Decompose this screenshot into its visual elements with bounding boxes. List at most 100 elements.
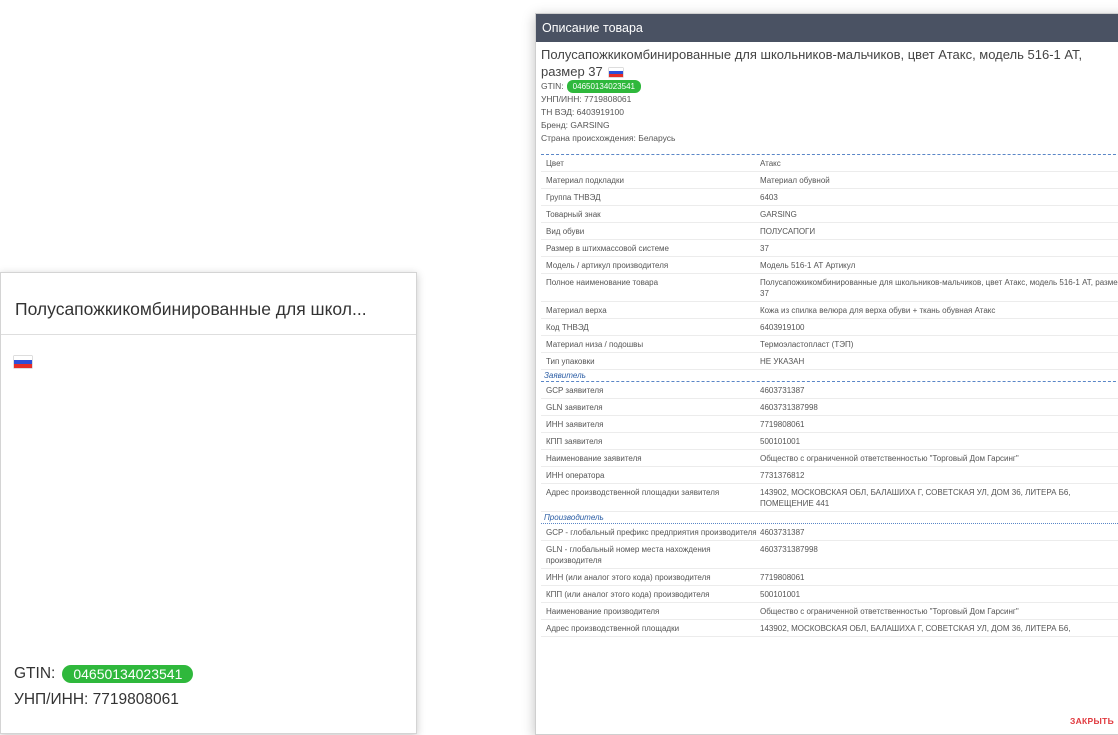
row-value: Материал обувной — [760, 176, 830, 185]
row-key: ИНН (или аналог этого кода) производител… — [546, 573, 711, 582]
meta-gtin: GTIN: 04650134023541 — [541, 80, 1118, 93]
row-key: Наименование заявителя — [546, 454, 642, 463]
card-gtin-badge: 04650134023541 — [62, 665, 194, 683]
dialog-product-name: Полусапожкикомбинированные для школьнико… — [536, 42, 1118, 80]
row-key: Размер в штихмассовой системе — [546, 244, 669, 253]
table-row: Код ТНВЭД 6403919100 — [541, 319, 1118, 336]
row-key: Код ТНВЭД — [546, 323, 589, 332]
table-row: GLN заявителя 4603731387998 — [541, 399, 1118, 416]
row-value: 143902, МОСКОВСКАЯ ОБЛ, БАЛАШИХА Г, СОВЕ… — [760, 488, 1071, 508]
row-key: Товарный знак — [546, 210, 601, 219]
table-row: Тип упаковки НЕ УКАЗАН — [541, 353, 1118, 370]
table-row: Адрес производственной площадки 143902, М… — [541, 620, 1118, 637]
row-value: 7719808061 — [760, 573, 805, 582]
meta-tnved: ТН ВЭД: 6403919100 — [541, 107, 624, 117]
row-key: Материал низа / подошвы — [546, 340, 644, 349]
card-divider — [1, 334, 416, 335]
section-producer-label: Производитель — [544, 513, 604, 522]
row-key: GLN - глобальный номер места нахождения … — [546, 545, 711, 565]
row-value: GARSING — [760, 210, 797, 219]
row-key: ИНН оператора — [546, 471, 605, 480]
row-key: ИНН заявителя — [546, 420, 604, 429]
row-key: Материал верха — [546, 306, 607, 315]
row-value: 7719808061 — [760, 420, 805, 429]
meta-gtin-label: GTIN: — [541, 81, 564, 91]
card-gtin-label: GTIN: — [14, 665, 56, 682]
row-key: Полное наименование товара — [546, 278, 659, 287]
row-value: 4603731387998 — [760, 545, 818, 554]
row-value: Атакс — [760, 159, 781, 168]
meta-unp: УНП/ИНН: 7719808061 — [541, 94, 632, 104]
row-key: Цвет — [546, 159, 564, 168]
product-rows: Цвет Атакс Материал подкладки Материал обув… — [541, 155, 1118, 370]
table-row: Наименование заявителя Общество с огранич… — [541, 450, 1118, 467]
section-applicant-label: Заявитель — [544, 371, 586, 380]
row-value: 4603731387 — [760, 386, 805, 395]
row-value: 6403919100 — [760, 323, 805, 332]
table-row: Размер в штихмассовой системе 37 — [541, 240, 1118, 257]
table-row: ИНН оператора 7731376812 — [541, 467, 1118, 484]
row-value: 4603731387 — [760, 528, 805, 537]
row-value: 500101001 — [760, 590, 801, 599]
row-key: Материал подкладки — [546, 176, 624, 185]
producer-rows: GCP - глобальный префикс предприятия про… — [541, 524, 1118, 637]
table-row: GCP заявителя 4603731387 — [541, 382, 1118, 399]
row-key: Адрес производственной площадки заявител… — [546, 488, 720, 497]
russia-flag-icon — [14, 356, 32, 368]
table-row: GLN - глобальный номер места нахождения … — [541, 541, 1118, 569]
row-value: НЕ УКАЗАН — [760, 357, 805, 366]
row-value: Кожа из спилка велюра для верха обуви + … — [760, 306, 996, 315]
close-button[interactable]: ЗАКРЫТЬ — [1070, 716, 1114, 726]
dialog-header: Описание товара — [536, 14, 1118, 42]
product-card[interactable]: Полусапожкикомбинированные для школ... G… — [0, 272, 417, 734]
row-value: 500101001 — [760, 437, 801, 446]
table-row: ИНН заявителя 7719808061 — [541, 416, 1118, 433]
row-key: КПП (или аналог этого кода) производител… — [546, 590, 710, 599]
card-gtin: GTIN: 04650134023541 — [14, 665, 194, 683]
row-value: 143902, МОСКОВСКАЯ ОБЛ, БАЛАШИХА Г, СОВЕ… — [760, 624, 1071, 633]
row-key: Модель / артикул производителя — [546, 261, 669, 270]
table-row: Материал подкладки Материал обувной — [541, 172, 1118, 189]
table-row: Цвет Атакс — [541, 155, 1118, 172]
row-value: Полусапожкикомбинированные для школьнико… — [760, 278, 1118, 298]
row-key: Адрес производственной площадки — [546, 624, 680, 633]
product-description-dialog: Описание товара Полусапожкикомбинированн… — [535, 13, 1118, 735]
row-value: 4603731387998 — [760, 403, 818, 412]
table-row: Вид обуви ПОЛУСАПОГИ — [541, 223, 1118, 240]
row-key: GCP заявителя — [546, 386, 604, 395]
table-row: КПП (или аналог этого кода) производител… — [541, 586, 1118, 603]
table-row: Материал верха Кожа из спилка велюра для … — [541, 302, 1118, 319]
table-row: Товарный знак GARSING — [541, 206, 1118, 223]
row-key: Группа ТНВЭД — [546, 193, 601, 202]
spec-table: Цвет Атакс Материал подкладки Материал обув… — [541, 154, 1118, 637]
card-title: Полусапожкикомбинированные для школ... — [15, 299, 367, 319]
table-row: КПП заявителя 500101001 — [541, 433, 1118, 450]
row-key: Вид обуви — [546, 227, 585, 236]
row-value: ПОЛУСАПОГИ — [760, 227, 816, 236]
row-key: GCP - глобальный префикс предприятия про… — [546, 528, 757, 537]
table-row: Наименование производителя Общество с огр… — [541, 603, 1118, 620]
row-value: 7731376812 — [760, 471, 805, 480]
meta-brand: Бренд: GARSING — [541, 120, 610, 130]
table-row: GCP - глобальный префикс предприятия про… — [541, 524, 1118, 541]
table-row: Полное наименование товара Полусапожкиком… — [541, 274, 1118, 302]
table-row: Модель / артикул производителя Модель 516… — [541, 257, 1118, 274]
row-value: Термоэластопласт (ТЭП) — [760, 340, 854, 349]
row-value: 6403 — [760, 193, 778, 202]
row-key: Тип упаковки — [546, 357, 595, 366]
applicant-rows: GCP заявителя 4603731387 GLN заявителя 4603… — [541, 382, 1118, 512]
meta-country: Страна происхождения: Беларусь — [541, 133, 676, 143]
row-value: Общество с ограниченной ответственностью… — [760, 607, 1019, 616]
table-row: Группа ТНВЭД 6403 — [541, 189, 1118, 206]
row-key: GLN заявителя — [546, 403, 603, 412]
row-value: Общество с ограниченной ответственностью… — [760, 454, 1019, 463]
meta-gtin-badge: 04650134023541 — [566, 80, 641, 93]
table-row: Материал низа / подошвы Термоэластопласт … — [541, 336, 1118, 353]
row-value: 37 — [760, 244, 769, 253]
row-value: Модель 516-1 АТ Артикул — [760, 261, 856, 270]
product-meta: GTIN: 04650134023541 УНП/ИНН: 7719808061 … — [536, 80, 1118, 145]
table-row: Адрес производственной площадки заявител… — [541, 484, 1118, 512]
row-key: Наименование производителя — [546, 607, 660, 616]
table-row: ИНН (или аналог этого кода) производител… — [541, 569, 1118, 586]
card-unp: УНП/ИНН: 7719808061 — [14, 691, 179, 708]
